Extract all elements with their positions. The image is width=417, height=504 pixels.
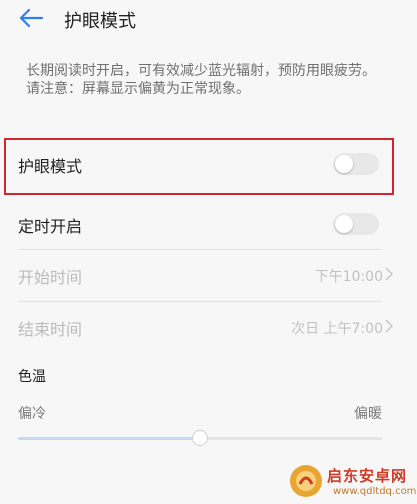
schedule-row[interactable]: 定时开启: [0, 200, 417, 250]
slider-fill: [18, 437, 200, 440]
warm-label: 偏暖: [354, 406, 382, 422]
watermark: 启东安卓网 www.qdltdq.com: [289, 462, 417, 504]
start-time-row[interactable]: 开始时间 下午10:00: [0, 251, 417, 301]
schedule-toggle[interactable]: [333, 213, 379, 235]
watermark-logo-icon: [290, 465, 322, 497]
chevron-right-icon: [385, 267, 393, 281]
chevron-right-icon: [385, 319, 393, 333]
end-time-row[interactable]: 结束时间 次日 上午7:00: [0, 303, 417, 353]
end-time-value: 次日 上午7:00: [291, 321, 383, 337]
divider: [18, 249, 382, 250]
watermark-name: 启东安卓网: [327, 467, 408, 485]
color-temp-title: 色温: [18, 369, 46, 385]
description: 长期阅读时开启，可有效减少蓝光辐射，预防用眼疲劳。 请注意：屏幕显示偏黄为正常现…: [26, 62, 386, 98]
cold-label: 偏冷: [18, 406, 46, 422]
arrow-left-icon[interactable]: [18, 7, 44, 29]
slider-thumb[interactable]: [192, 430, 208, 446]
start-time-label: 开始时间: [18, 268, 83, 287]
description-note: 请注意：屏幕显示偏黄为正常现象。: [26, 81, 250, 97]
color-temp-slider[interactable]: [18, 430, 382, 448]
watermark-url: www.qdltdq.com: [333, 486, 417, 497]
start-time-value: 下午10:00: [314, 269, 383, 285]
app-header: 护眼模式: [0, 0, 417, 42]
end-time-label: 结束时间: [18, 320, 83, 339]
description-line: 长期阅读时开启，可有效减少蓝光辐射，预防用眼疲劳。: [26, 63, 376, 79]
page-title: 护眼模式: [64, 11, 136, 32]
divider: [18, 301, 382, 302]
highlight-frame: [4, 138, 394, 195]
toggle-knob: [335, 215, 353, 233]
schedule-label: 定时开启: [18, 217, 83, 236]
